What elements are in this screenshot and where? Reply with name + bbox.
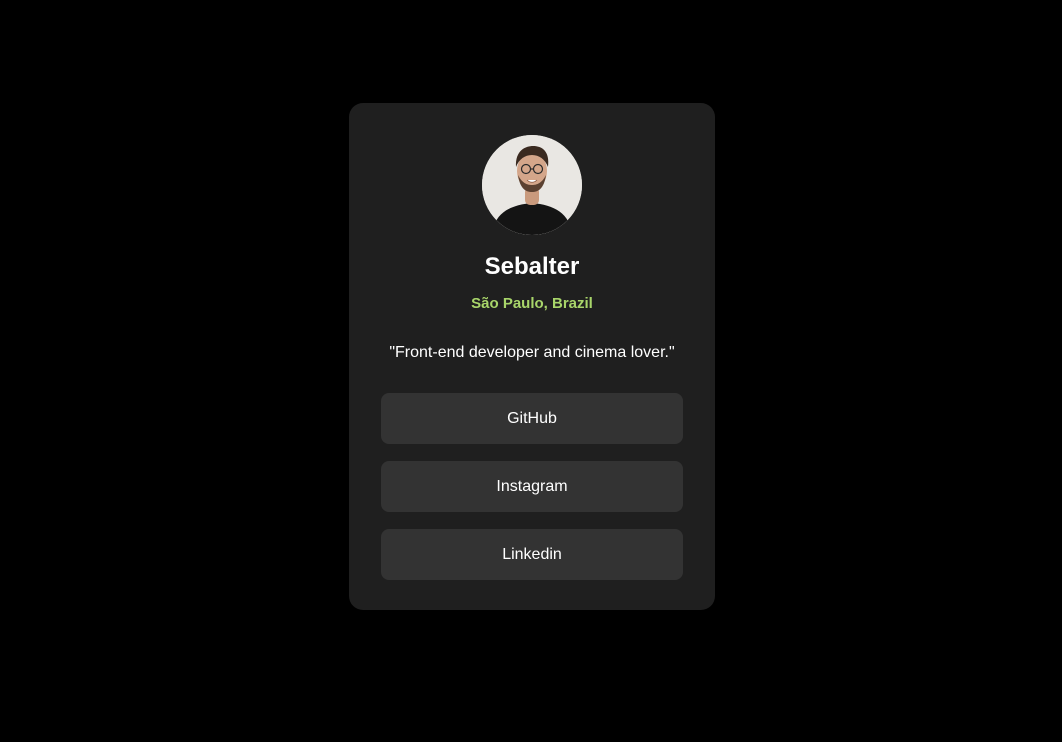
linkedin-link-button[interactable]: Linkedin (381, 529, 683, 580)
instagram-link-button[interactable]: Instagram (381, 461, 683, 512)
avatar (482, 135, 582, 235)
github-link-button[interactable]: GitHub (381, 393, 683, 444)
profile-name: Sebalter (484, 253, 580, 280)
profile-card: Sebalter São Paulo, Brazil "Front-end de… (349, 103, 715, 610)
avatar-photo (482, 135, 582, 235)
profile-bio: "Front-end developer and cinema lover." (389, 344, 675, 361)
social-links: GitHub Instagram Linkedin (381, 393, 683, 580)
profile-location: São Paulo, Brazil (471, 295, 593, 312)
